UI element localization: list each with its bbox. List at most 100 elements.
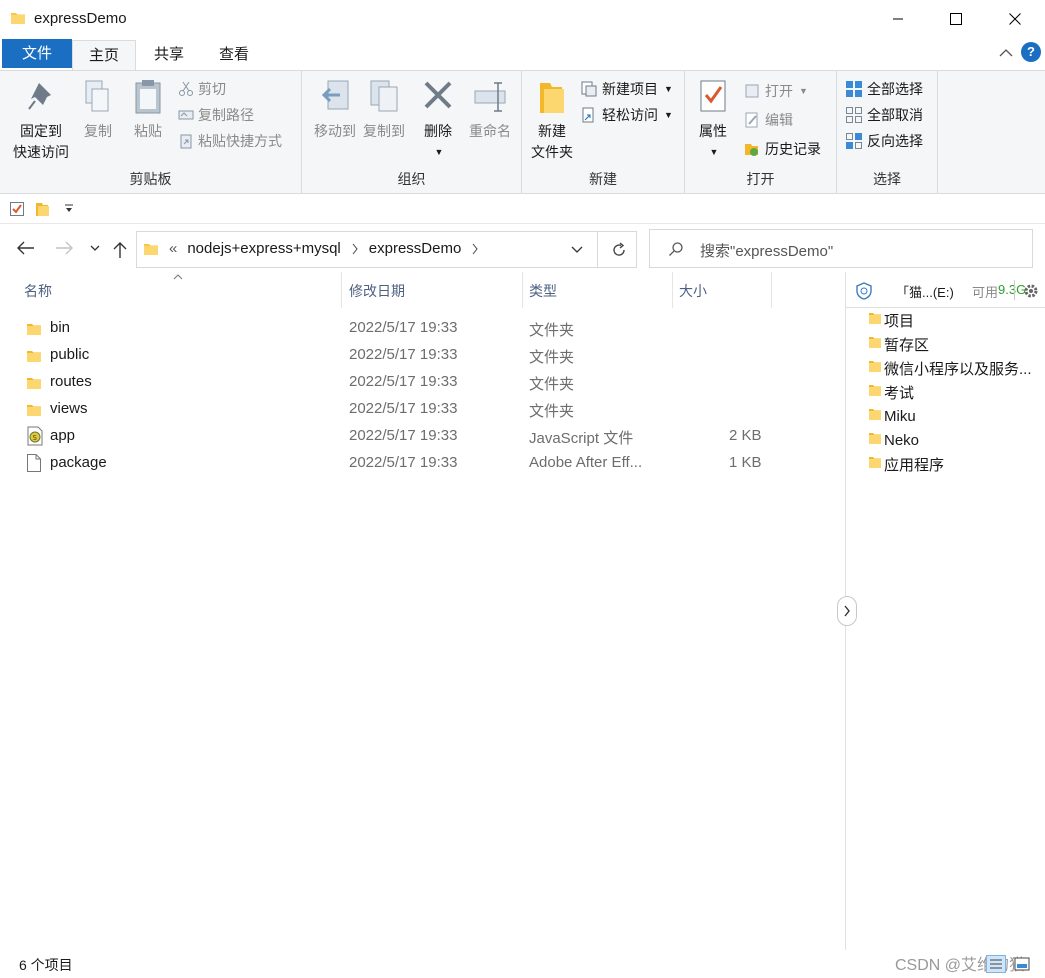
chevron-down-icon: ▼ [799,86,808,96]
invert-selection-button[interactable]: 反向选择 [845,129,923,153]
file-date: 2022/5/17 19:33 [349,319,458,336]
file-row[interactable]: bin 2022/5/17 19:33 文件夹 [0,316,845,343]
side-folder-item[interactable]: 暂存区 [868,332,1038,356]
side-folder-label: 应用程序 [884,456,945,474]
address-bar[interactable]: « nodejs+express+mysql expressDemo [136,231,637,268]
tab-view[interactable]: 查看 [202,40,266,70]
back-button[interactable] [16,238,36,258]
properties-button[interactable]: 属性 ▼ [691,77,735,163]
folder-icon [26,321,42,341]
up-button[interactable] [110,240,130,260]
file-row[interactable]: package 2022/5/17 19:33 Adobe After Eff...… [0,451,845,478]
file-row[interactable]: views 2022/5/17 19:33 文件夹 [0,397,845,424]
navigation-bar: « nodejs+express+mysql expressDemo 搜索"ex… [0,224,1045,272]
file-name: package [50,454,107,471]
forward-button[interactable] [54,238,74,258]
address-divider [597,232,598,267]
paste-button[interactable]: 粘贴 [124,77,172,142]
edit-label: 编辑 [765,112,793,128]
side-folder-item[interactable]: 考试 [868,380,1038,404]
side-folder-item[interactable]: Miku [868,404,1038,428]
close-icon [1009,13,1021,25]
collapse-panel-button[interactable] [837,596,857,626]
recent-locations-button[interactable] [85,238,105,258]
delete-x-icon [424,81,452,109]
history-button[interactable]: 历史记录 [743,137,821,161]
side-folder-item[interactable]: Neko [868,428,1038,452]
file-name: bin [50,319,71,336]
select-all-button[interactable]: 全部选择 [845,77,923,101]
column-header-date[interactable]: 修改日期 [343,272,523,308]
file-row[interactable]: public 2022/5/17 19:33 文件夹 [0,343,845,370]
search-box[interactable]: 搜索"expressDemo" [649,229,1033,268]
tab-share[interactable]: 共享 [138,40,200,70]
copy-path-button[interactable]: 复制路径 [178,103,254,127]
tab-home[interactable]: 主页 [72,40,136,71]
refresh-icon[interactable] [610,241,628,259]
chevron-down-icon: ▼ [664,84,673,94]
customize-dropdown-icon[interactable] [64,202,74,214]
properties-check-icon[interactable] [9,201,25,217]
delete-button[interactable]: 删除 ▼ [418,77,458,163]
pin-quick-access-button[interactable]: 固定到 快速访问 [8,77,74,163]
folder-icon [144,243,158,255]
file-date: 2022/5/17 19:33 [349,373,458,390]
shield-icon[interactable] [856,282,872,300]
rename-button[interactable]: 重命名 [464,77,516,142]
new-item-label: 新建项目 [602,81,658,97]
copy-button[interactable]: 复制 [76,77,120,142]
help-button[interactable]: ? [1021,42,1041,62]
easy-access-label: 轻松访问 [602,107,658,123]
edit-button[interactable]: 编辑 [743,108,793,132]
details-view-icon[interactable] [986,955,1006,973]
breadcrumb-overflow[interactable]: « [169,240,177,257]
properties-check-icon [700,80,726,112]
select-none-button[interactable]: 全部取消 [845,103,923,127]
easy-access-button[interactable]: 轻松访问 ▼ [580,103,673,127]
column-type-label: 类型 [529,283,557,299]
minimize-button[interactable] [868,0,928,38]
cut-button[interactable]: 剪切 [178,77,226,101]
side-folder-item[interactable]: 应用程序 [868,452,1038,476]
pin-label-1: 固定到 [20,123,62,139]
side-folder-item[interactable]: 项目 [868,308,1038,332]
gear-icon[interactable] [1023,283,1039,299]
chevron-right-icon[interactable] [471,243,479,255]
file-name: app [50,427,76,444]
new-item-button[interactable]: 新建项目 ▼ [580,77,673,101]
side-folder-item[interactable]: 微信小程序以及服务... [868,356,1038,380]
column-header-size[interactable]: 大小 [673,272,772,308]
folder-icon [26,348,42,368]
large-icons-view-icon[interactable] [1012,955,1032,973]
open-icon [745,84,759,98]
column-header-name[interactable]: 名称 [18,272,342,308]
copy-to-button[interactable]: 复制到 [358,77,410,142]
rename-icon [474,82,506,112]
file-date: 2022/5/17 19:33 [349,427,458,444]
folder-icon [868,407,882,425]
arrow-up-icon [113,242,127,258]
file-row[interactable]: routes 2022/5/17 19:33 文件夹 [0,370,845,397]
new-folder-label-1: 新建 [538,123,566,139]
chevron-right-icon[interactable] [351,243,359,255]
open-button[interactable]: 打开 ▼ [743,79,808,103]
tab-file[interactable]: 文件 [2,39,72,68]
breadcrumb-item[interactable]: nodejs+express+mysql [187,240,340,257]
chevron-down-icon[interactable] [571,246,583,254]
move-to-button[interactable]: 移动到 [306,77,364,142]
file-type: 文件夹 [529,322,575,339]
file-type: Adobe After Eff... [529,454,643,471]
file-list: 名称 修改日期 类型 大小 bin 2022/5/17 19:33 文件夹 publi… [0,272,845,950]
file-row[interactable]: Sapp 2022/5/17 19:33 JavaScript 文件 2 KB [0,424,845,451]
close-button[interactable] [985,0,1045,38]
paste-shortcut-button[interactable]: 粘贴快捷方式 [178,129,282,153]
file-size: 1 KB [729,454,762,471]
invert-selection-icon [846,133,862,149]
chevron-up-icon[interactable] [999,48,1013,58]
new-folder-icon[interactable] [34,201,50,217]
column-header-type[interactable]: 类型 [523,272,673,308]
maximize-button[interactable] [926,0,986,38]
new-folder-button[interactable]: 新建 文件夹 [526,77,578,163]
move-to-label: 移动到 [314,123,356,139]
breadcrumb-item[interactable]: expressDemo [369,240,462,257]
